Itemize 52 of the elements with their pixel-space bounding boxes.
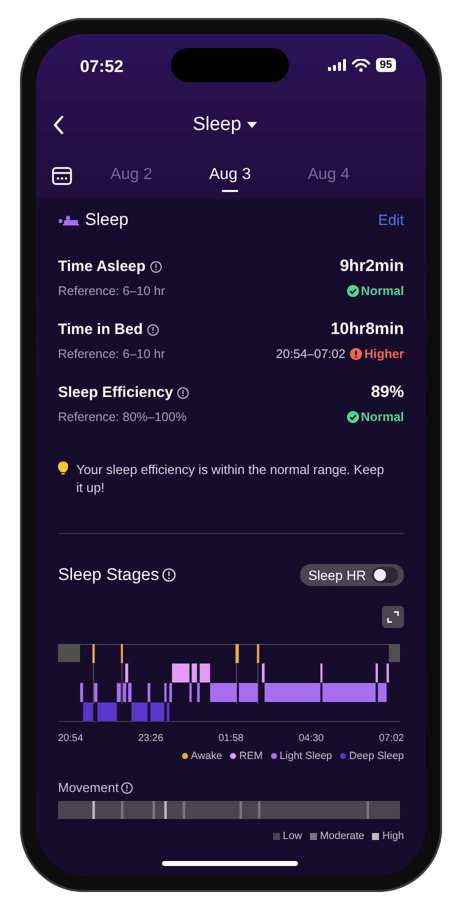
reference-range: Reference: 80%–100% [58, 410, 188, 424]
legend-label: Awake [190, 750, 222, 762]
calendar-icon[interactable] [52, 167, 72, 185]
wifi-icon [352, 58, 370, 72]
status-label: Normal [360, 410, 404, 424]
legend-label: Deep Sleep [349, 750, 404, 762]
legend-label: Low [282, 830, 302, 842]
status-label: Normal [360, 284, 404, 298]
tip-text: Your sleep efficiency is within the normal range. Keep it up! [76, 461, 386, 497]
reference-range: Reference: 6–10 hr [58, 347, 166, 361]
info-icon [177, 386, 190, 398]
metric-label: Time Asleep [58, 258, 146, 275]
info-icon [150, 260, 162, 272]
metric-label: Time in Bed [58, 321, 143, 338]
date-tab[interactable]: Aug 4 [300, 162, 358, 190]
legend-label: REM [239, 750, 263, 762]
back-icon [52, 115, 66, 135]
status-time: 07:52 [80, 56, 124, 77]
expand-button[interactable] [382, 606, 404, 628]
metric-label: Sleep Efficiency [58, 384, 174, 401]
section-title: Sleep Stages [58, 565, 160, 585]
info-icon [146, 324, 159, 336]
info-icon [162, 568, 176, 582]
axis-label: 23:26 [138, 733, 164, 744]
axis-label: 20:54 [58, 733, 84, 744]
legend-label: High [382, 830, 404, 842]
metric-value: 9hr2min [340, 257, 404, 276]
movement-title: Movement [58, 780, 119, 795]
expand-icon [387, 611, 399, 623]
sleep-hr-toggle[interactable]: Sleep HR [300, 564, 404, 586]
status-label: Higher [364, 347, 404, 361]
signal-icon [328, 59, 346, 71]
date-tab[interactable]: Aug 2 [102, 162, 160, 190]
page-title[interactable]: Sleep [192, 114, 242, 136]
reference-range: Reference: 6–10 hr [58, 284, 166, 298]
metric-value: 10hr8min [330, 320, 404, 339]
caret-icon [247, 122, 258, 128]
axis-label: 04:30 [298, 733, 324, 744]
date-tab[interactable]: Aug 3 [201, 162, 259, 190]
section-title: Sleep [85, 210, 130, 230]
battery-level: 95 [376, 58, 396, 72]
edit-link[interactable]: Edit [378, 212, 404, 228]
axis-label: 07:02 [378, 733, 404, 744]
legend-label: Moderate [320, 830, 364, 842]
legend-label: Light Sleep [280, 750, 332, 762]
bed-icon [58, 214, 79, 226]
info-icon [120, 782, 133, 794]
metric-value: 89% [370, 383, 404, 402]
back-button[interactable] [52, 115, 66, 135]
lightbulb-icon [58, 461, 68, 475]
axis-label: 01:58 [218, 733, 244, 744]
time-range: 20:54–07:02 [276, 347, 346, 361]
